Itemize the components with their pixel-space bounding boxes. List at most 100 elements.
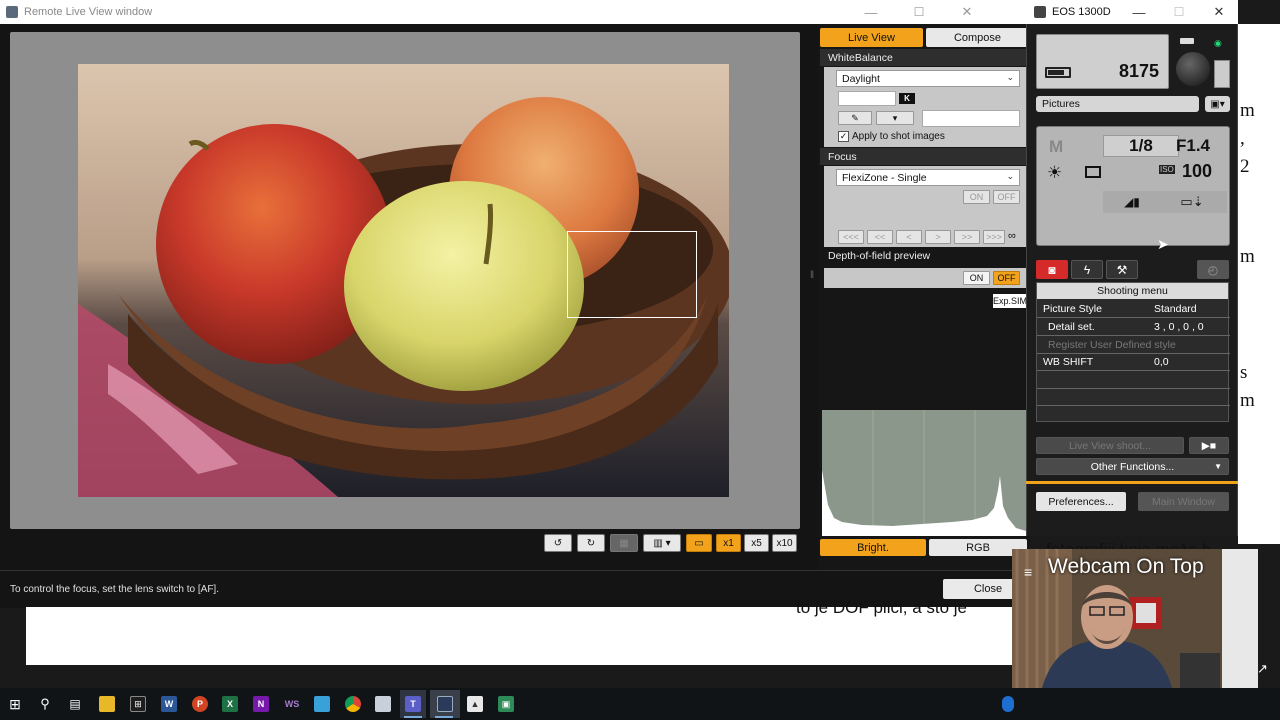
focus-mode-select[interactable]: FlexiZone - Single ⌄: [836, 169, 1020, 186]
flash-tab-icon[interactable]: ϟ: [1071, 260, 1103, 279]
eos-close-button[interactable]: ✕: [1196, 0, 1242, 24]
live-view-shoot-button[interactable]: Live View shoot...: [1036, 437, 1184, 454]
expand-icon[interactable]: ↗: [1257, 661, 1268, 677]
aspect-dropdown[interactable]: ▥ ▾: [643, 534, 681, 552]
app-tray-icon[interactable]: [1002, 696, 1014, 712]
doc-char: ,: [1240, 128, 1245, 149]
wb-click-field[interactable]: [922, 110, 1020, 127]
drive-mode-icon[interactable]: [1085, 166, 1101, 178]
app-icon: [6, 6, 18, 18]
dof-on-button[interactable]: ON: [963, 271, 990, 285]
timer-icon[interactable]: ◴: [1197, 260, 1229, 279]
white-balance-header: WhiteBalance: [820, 49, 1026, 66]
menu-row-register-style[interactable]: Register User Defined style: [1037, 337, 1230, 354]
app-icon[interactable]: [375, 696, 391, 712]
mode-dial-icon[interactable]: [1176, 52, 1210, 86]
menu-row-detail-set[interactable]: Detail set. 3 , 0 , 0 , 0: [1037, 319, 1230, 336]
rotate-right-button[interactable]: ↻: [577, 534, 605, 552]
panel-splitter-handle[interactable]: ‖: [810, 270, 815, 284]
chrome-icon[interactable]: [345, 696, 361, 712]
iso-value[interactable]: 100: [1182, 161, 1212, 182]
doc-char: m: [1240, 246, 1255, 267]
focus-near-2-button[interactable]: <<: [867, 230, 893, 244]
menu-key: Detail set.: [1048, 321, 1095, 333]
task-view-icon[interactable]: ▤: [67, 696, 83, 712]
eyedropper-icon[interactable]: ✎: [838, 111, 872, 125]
focus-frame[interactable]: [567, 231, 697, 318]
zoom-x5-button[interactable]: x5: [744, 534, 769, 552]
search-icon[interactable]: ⚲: [37, 696, 53, 712]
af-on-button[interactable]: ON: [963, 190, 990, 204]
ws-app-icon[interactable]: WS: [284, 696, 300, 712]
focus-header: Focus: [820, 148, 1026, 165]
movie-icon[interactable]: ▶■: [1189, 437, 1229, 454]
power-switch-icon[interactable]: [1180, 38, 1194, 44]
af-off-button[interactable]: OFF: [993, 190, 1020, 204]
white-balance-icon[interactable]: ☀: [1047, 163, 1062, 183]
af-mf-switch-icon[interactable]: [1214, 60, 1230, 88]
active-indicator: [404, 716, 422, 718]
wb-preset-dropdown[interactable]: ▾: [876, 111, 914, 125]
aperture-value[interactable]: F1.4: [1157, 135, 1229, 157]
teams-icon[interactable]: T: [405, 696, 421, 712]
focus-far-1-button[interactable]: >: [925, 230, 951, 244]
save-destination-icon[interactable]: ▣▾: [1205, 96, 1230, 112]
frame-button[interactable]: ▭: [686, 534, 712, 552]
camera-app-icon: [1034, 6, 1046, 18]
word-icon[interactable]: W: [161, 696, 177, 712]
doc-char: 2: [1240, 156, 1250, 177]
apply-checkbox[interactable]: ✓: [838, 131, 849, 142]
zoom-x10-button[interactable]: x10: [772, 534, 797, 552]
photos-icon[interactable]: ▲: [467, 696, 483, 712]
other-functions-label: Other Functions...: [1090, 460, 1175, 473]
kelvin-input[interactable]: [838, 91, 896, 106]
eos-window-title: EOS 1300D: [1052, 6, 1111, 18]
tab-live-view[interactable]: Live View: [820, 28, 923, 47]
apply-label: Apply to shot images: [852, 131, 945, 142]
remote-live-view-titlebar: Remote Live View window — ☐ ✕: [0, 0, 1030, 24]
tools-tab-icon[interactable]: ⚒: [1106, 260, 1138, 279]
store-icon[interactable]: ⊞: [130, 696, 146, 712]
powerpoint-icon[interactable]: P: [192, 696, 208, 712]
dof-off-button[interactable]: OFF: [993, 271, 1020, 285]
focus-far-3-button[interactable]: >>>: [983, 230, 1005, 244]
other-functions-button[interactable]: Other Functions... ▼: [1036, 458, 1229, 475]
app-icon[interactable]: [314, 696, 330, 712]
webcam-menu-icon[interactable]: ≡: [1024, 564, 1032, 580]
grid-button[interactable]: ▦: [610, 534, 638, 552]
chevron-down-icon: ⌄: [1006, 72, 1014, 82]
minimize-button[interactable]: —: [848, 0, 894, 24]
save-destination[interactable]: Pictures: [1036, 96, 1199, 112]
file-explorer-icon[interactable]: [99, 696, 115, 712]
accent-divider: [1026, 481, 1238, 484]
tab-compose[interactable]: Compose: [926, 28, 1029, 47]
window-title: Remote Live View window: [24, 6, 153, 18]
excel-icon[interactable]: X: [222, 696, 238, 712]
close-window-button[interactable]: ✕: [944, 0, 990, 24]
zoom-x1-button[interactable]: x1: [716, 534, 741, 552]
metering-icon[interactable]: ◢▮: [1103, 191, 1161, 213]
app-icon[interactable]: ▣: [498, 696, 514, 712]
battery-icon: [1045, 67, 1071, 78]
menu-value: Standard: [1154, 303, 1197, 315]
menu-row-picture-style[interactable]: Picture Style Standard: [1037, 301, 1230, 318]
pc-transfer-icon[interactable]: ▭⇣: [1157, 191, 1227, 213]
white-balance-select[interactable]: Daylight ⌄: [836, 70, 1020, 87]
preferences-button[interactable]: Preferences...: [1036, 492, 1126, 511]
menu-value: 3 , 0 , 0 , 0: [1154, 321, 1204, 333]
menu-row-wb-shift[interactable]: WB SHIFT 0,0: [1037, 354, 1230, 371]
windows-start-icon[interactable]: ⊞: [7, 696, 23, 712]
doc-char: m: [1240, 100, 1255, 121]
focus-near-1-button[interactable]: <: [896, 230, 922, 244]
tab-brightness[interactable]: Bright.: [820, 539, 926, 556]
focus-near-3-button[interactable]: <<<: [838, 230, 864, 244]
main-window-button[interactable]: Main Window: [1138, 492, 1229, 511]
shooting-mode: M: [1049, 137, 1064, 156]
rotate-left-button[interactable]: ↺: [544, 534, 572, 552]
more-options-icon[interactable]: ⋯: [1252, 36, 1266, 53]
maximize-button[interactable]: ☐: [896, 0, 942, 24]
focus-far-2-button[interactable]: >>: [954, 230, 980, 244]
eos-utility-icon[interactable]: [437, 696, 453, 712]
camera-settings-tab-icon[interactable]: ◙: [1036, 260, 1068, 279]
onenote-icon[interactable]: N: [253, 696, 269, 712]
